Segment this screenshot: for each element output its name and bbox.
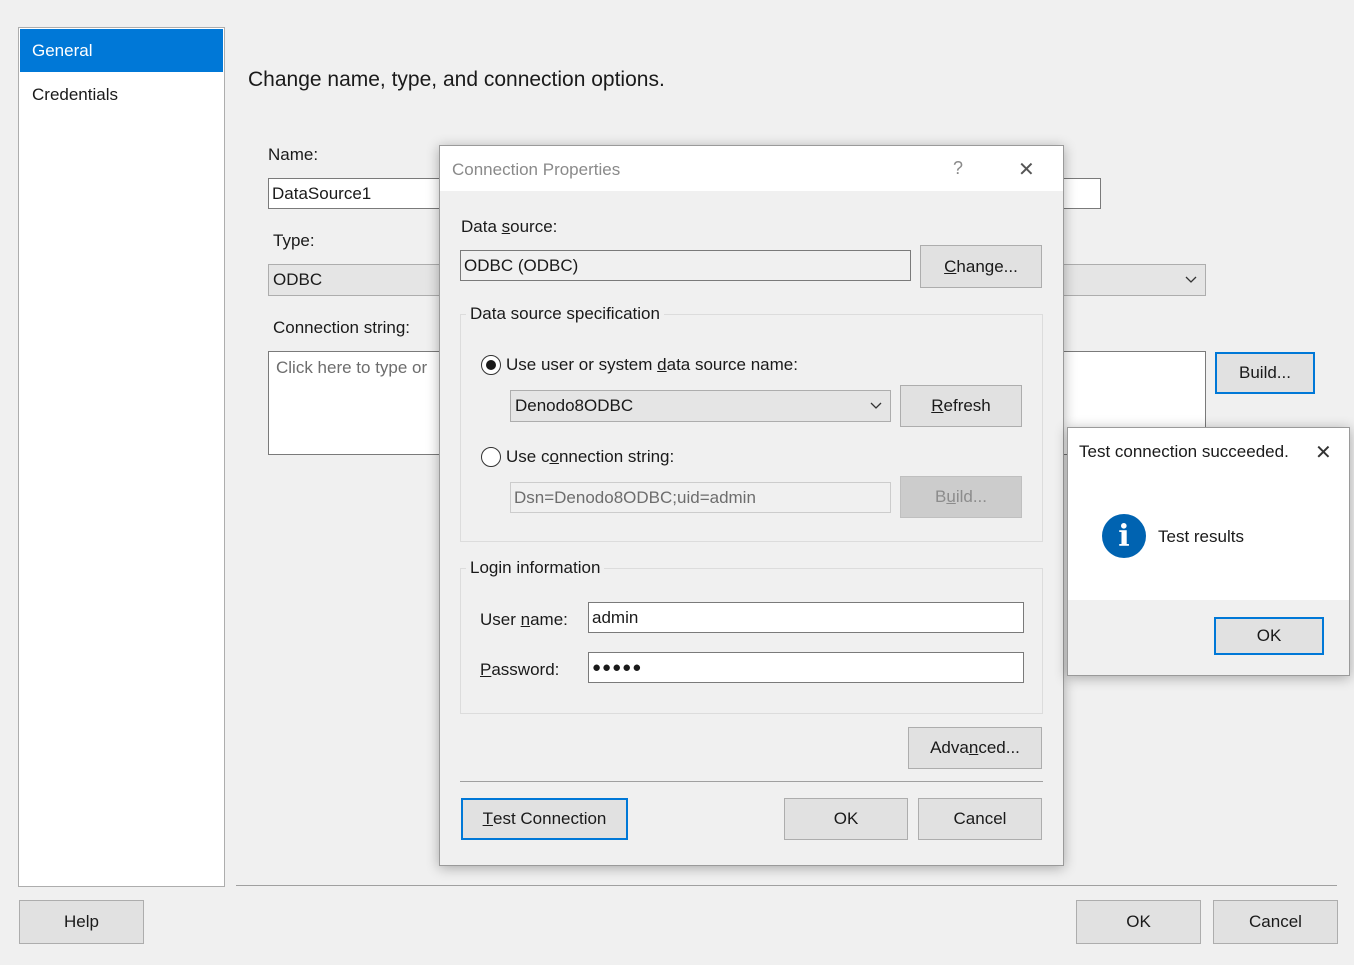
password-label: Password: (480, 660, 560, 679)
dialog-titlebar: Connection Properties ? ✕ (440, 146, 1063, 191)
close-icon[interactable]: ✕ (1315, 440, 1332, 465)
message-box-text: Test results (1158, 527, 1244, 546)
type-label: Type: (273, 231, 315, 250)
spec-group-title: Data source specification (466, 304, 664, 324)
sidebar: General Credentials (18, 27, 225, 887)
username-input[interactable]: admin (588, 602, 1024, 633)
change-button[interactable]: Change... (920, 245, 1042, 288)
dialog-cancel-button[interactable]: Cancel (918, 798, 1042, 840)
login-groupbox (460, 568, 1043, 714)
page-heading: Change name, type, and connection option… (248, 68, 665, 91)
radio-dsn-label[interactable]: Use user or system data source name: (506, 355, 798, 375)
footer-divider (236, 885, 1337, 886)
ok-button[interactable]: OK (1076, 900, 1201, 944)
connection-string-label: Connection string: (273, 318, 411, 337)
radio-dsn[interactable] (481, 355, 501, 375)
username-label: User name: (480, 610, 568, 629)
build-button-disabled: Bu ild... (900, 476, 1022, 518)
chevron-down-icon (870, 402, 882, 409)
connection-string-field[interactable]: Dsn=Denodo8ODBC;uid=admin (510, 482, 891, 513)
dialog-ok-button[interactable]: OK (784, 798, 908, 840)
sidebar-item-label: Credentials (32, 84, 118, 104)
cancel-button[interactable]: Cancel (1213, 900, 1338, 944)
dialog-divider (460, 781, 1043, 782)
dialog-title: Connection Properties (452, 160, 621, 179)
radio-connection-string[interactable] (481, 447, 501, 467)
login-group-title: Login information (466, 558, 605, 578)
data-source-field: ODBC (ODBC) (460, 250, 911, 281)
help-icon[interactable]: ? (953, 158, 963, 179)
password-input[interactable]: ●●●●● (588, 652, 1024, 683)
help-button[interactable]: Help (19, 900, 144, 944)
message-box-content: Test connection succeeded. ✕ i Test resu… (1068, 428, 1349, 600)
message-box-title: Test connection succeeded. (1079, 442, 1289, 461)
connection-properties-dialog: Connection Properties ? ✕ Data source: O… (439, 145, 1064, 866)
sidebar-item-credentials[interactable]: Credentials (20, 73, 223, 116)
advanced-button[interactable]: Adva n ced... (908, 727, 1042, 769)
sidebar-item-general[interactable]: General (20, 29, 223, 72)
info-icon: i (1102, 514, 1146, 558)
radio-connection-string-label[interactable]: Use connection string: (506, 447, 674, 467)
data-source-label: Data source: (461, 217, 558, 236)
refresh-button[interactable]: Refresh (900, 385, 1022, 427)
close-icon[interactable]: ✕ (1018, 157, 1035, 182)
build-button[interactable]: Build... (1215, 352, 1315, 394)
chevron-down-icon (1185, 276, 1197, 283)
test-result-message-box: Test connection succeeded. ✕ i Test resu… (1067, 427, 1350, 676)
sidebar-item-label: General (32, 40, 93, 60)
name-label: Name: (268, 145, 319, 164)
message-box-ok-button[interactable]: OK (1214, 617, 1324, 655)
dsn-select[interactable]: Denodo8ODBC (510, 390, 891, 422)
test-connection-button[interactable]: Test Connection (461, 798, 628, 840)
